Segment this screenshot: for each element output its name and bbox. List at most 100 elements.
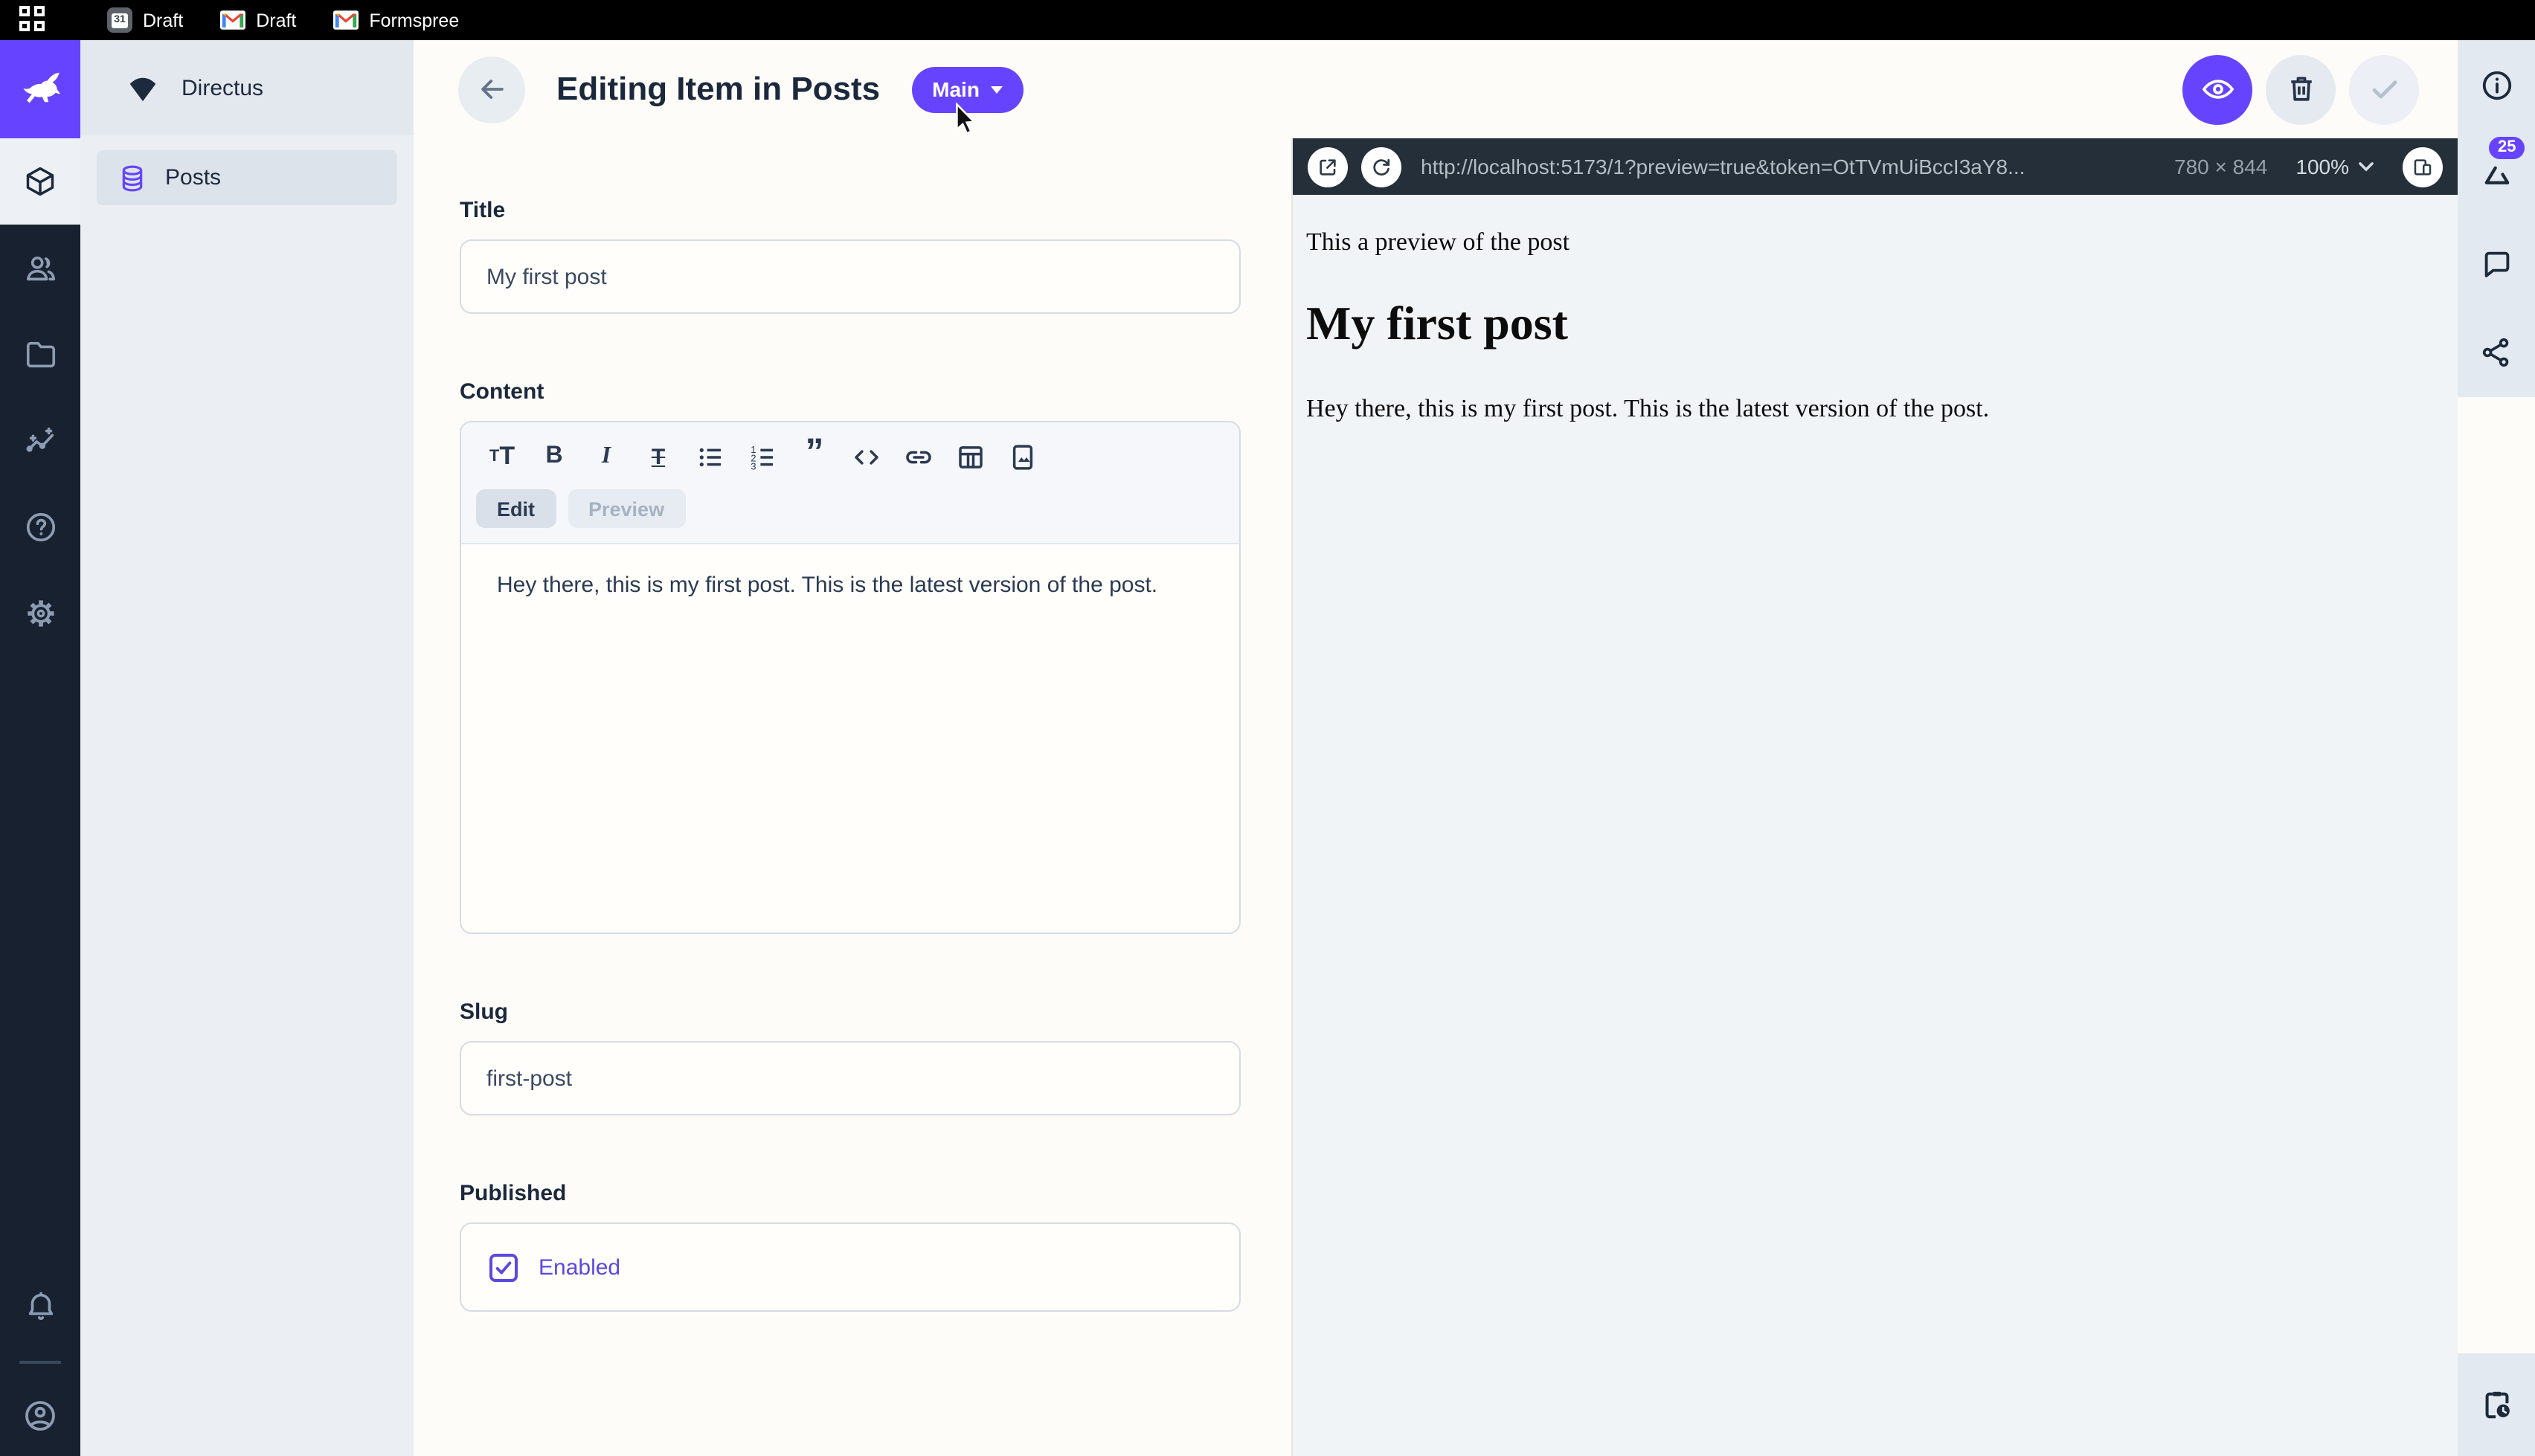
project-header[interactable]: Directus [80,40,414,135]
field-label-content: Content [460,379,1241,405]
field-label-title: Title [460,198,1241,223]
field-published: Published Enabled [460,1181,1241,1312]
preview-url[interactable]: http://localhost:5173/1?preview=true&tok… [1421,155,2149,178]
project-name: Directus [181,75,263,100]
field-content: Content TT B I T 123 [460,379,1241,934]
published-value: Enabled [539,1254,620,1280]
save-button[interactable] [2349,54,2419,124]
browser-tab-formspree[interactable]: Formspree [333,10,459,30]
module-files[interactable] [0,311,80,397]
bold-button[interactable]: B [528,436,580,477]
live-preview-pane: http://localhost:5173/1?preview=true&tok… [1291,138,2458,1456]
item-form: Title Content TT B I T [414,138,1291,1456]
field-label-published: Published [460,1181,1241,1206]
checkbox-checked-icon[interactable] [489,1253,518,1281]
image-icon [1007,441,1038,472]
editor-tabs: Edit Preview [461,477,1239,544]
rabbit-icon [16,70,64,109]
field-slug: Slug [460,999,1241,1115]
browser-tab-draft-1[interactable]: 31 Draft [107,7,183,33]
gear-icon [23,596,57,630]
tab-edit[interactable]: Edit [476,489,556,528]
revisions-button[interactable]: 25 [2458,129,2535,219]
module-help[interactable] [0,483,80,570]
sidebar-buttons: 25 [2458,40,2535,397]
strikethrough-button[interactable]: T [632,436,684,477]
italic-button[interactable]: I [580,436,632,477]
screen: 31 Draft Draft Formspree [0,0,2535,1456]
table-icon [955,441,986,472]
tab-label: Draft [256,10,296,30]
project-icon [126,73,159,103]
slug-input[interactable] [460,1041,1241,1115]
directus-logo[interactable] [0,40,80,138]
refresh-button[interactable] [1361,146,1401,187]
tab-preview[interactable]: Preview [568,489,685,528]
table-button[interactable] [945,436,997,477]
mouse-cursor [954,103,977,135]
browser-tab-strip: 31 Draft Draft Formspree [0,0,2535,40]
notifications-button[interactable] [0,1263,80,1349]
module-content[interactable] [0,138,80,225]
gmail-icon [220,10,245,30]
delete-button[interactable] [2266,54,2336,124]
open-in-new-window-button[interactable] [1308,146,1348,187]
database-icon [118,163,147,193]
published-toggle[interactable]: Enabled [460,1223,1241,1312]
activity-footer[interactable] [2458,1353,2535,1456]
eye-icon [2200,71,2235,107]
preview-heading: My first post [1306,296,2444,351]
title-input[interactable] [460,239,1241,314]
shares-button[interactable] [2458,308,2535,397]
module-bar [0,40,80,1456]
apps-grid-icon[interactable] [19,6,48,34]
main-area: Editing Item in Posts Main [414,40,2458,1456]
revisions-count-badge: 25 [2489,137,2525,159]
numbered-list-button[interactable]: 123 [736,436,788,477]
sidebar-item-label: Posts [165,165,221,190]
responsive-size-button[interactable] [2403,146,2443,187]
field-label-slug: Slug [460,999,1241,1025]
link-icon [903,441,934,472]
calendar-icon: 31 [107,7,132,33]
zoom-select[interactable]: 100% [2295,155,2374,178]
preview-url-bar: http://localhost:5173/1?preview=true&tok… [1293,138,2458,195]
markdown-editor: TT B I T 123 ” [460,421,1241,934]
tab-label: Draft [143,10,183,30]
gmail-icon [333,10,359,30]
sidebar-item-posts[interactable]: Posts [97,150,397,205]
module-settings[interactable] [0,570,80,656]
numbered-list-icon: 123 [747,441,778,472]
header-actions [2182,54,2419,124]
heading-button[interactable]: TT [476,436,528,477]
chevron-down-icon [992,86,1003,93]
link-button[interactable] [893,436,945,477]
preview-intro-text: This a preview of the post [1306,228,2444,257]
comment-icon [2479,246,2513,280]
cube-icon [24,165,57,198]
live-preview-button[interactable] [2182,54,2252,124]
devices-icon [2412,155,2434,178]
module-users[interactable] [0,225,80,311]
bell-icon [23,1289,57,1323]
code-icon [851,441,882,472]
browser-tab-draft-2[interactable]: Draft [220,10,296,30]
comments-button[interactable] [2458,219,2535,308]
navigation-sidebar: Directus Posts [80,40,414,1456]
tab-label: Formspree [369,10,459,30]
revisions-icon [2479,157,2513,191]
right-sidebar: 25 [2458,40,2535,1456]
code-button[interactable] [841,436,893,477]
user-menu-button[interactable] [0,1376,80,1456]
editor-toolbar: TT B I T 123 ” [461,422,1239,477]
info-button[interactable] [2458,40,2535,129]
image-button[interactable] [997,436,1049,477]
back-button[interactable] [458,56,525,123]
users-icon [23,251,57,285]
version-label: Main [932,77,980,101]
preview-iframe[interactable]: This a preview of the post My first post… [1293,195,2458,1456]
module-insights[interactable] [0,397,80,483]
bullet-list-button[interactable] [684,436,736,477]
blockquote-button[interactable]: ” [788,436,841,477]
content-textarea[interactable]: Hey there, this is my first post. This i… [461,544,1239,932]
